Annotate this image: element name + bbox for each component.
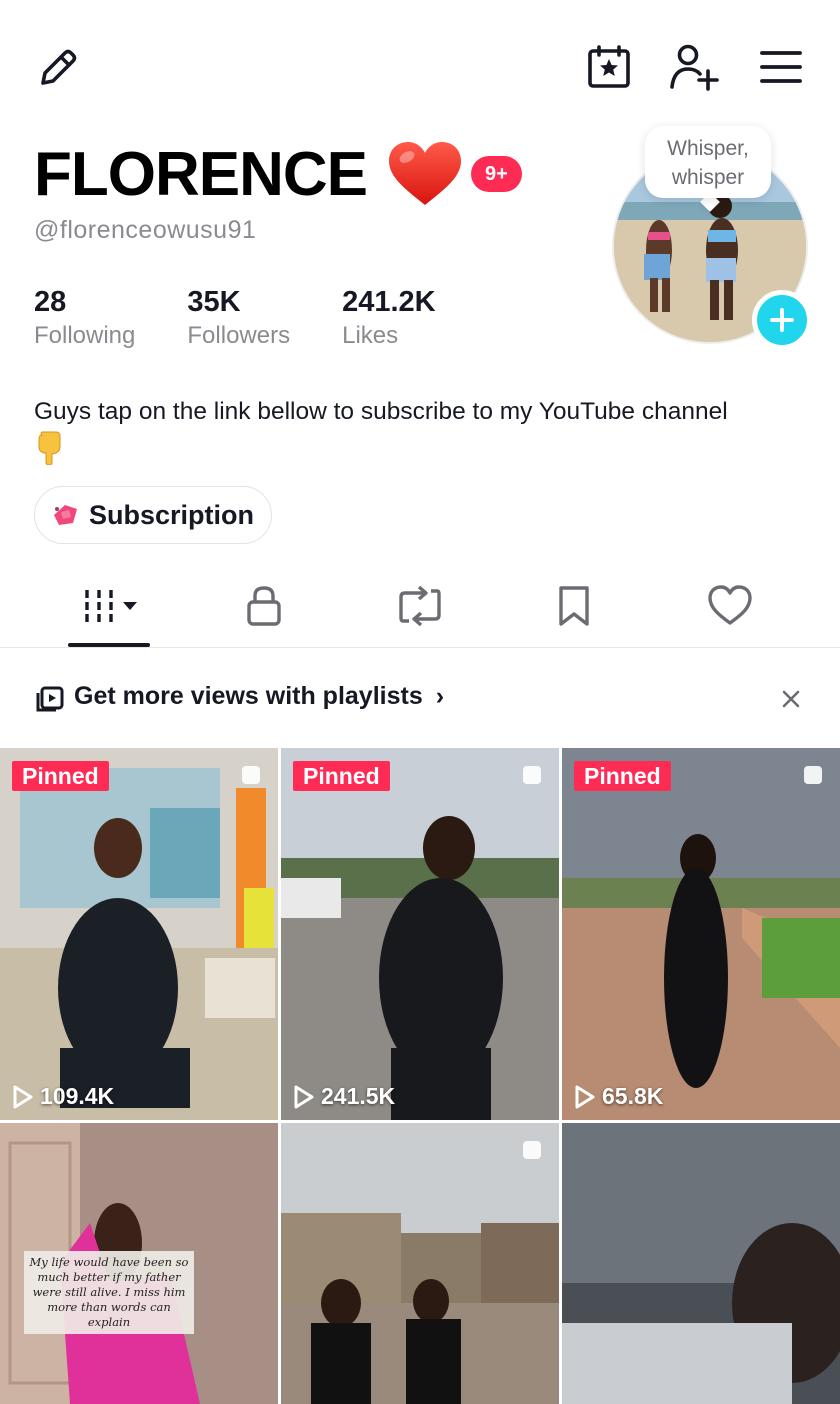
stat-value: 241.2K: [342, 286, 436, 318]
edit-profile-button[interactable]: [30, 40, 86, 96]
multi-photo-icon: [523, 766, 541, 784]
top-bar: [0, 0, 840, 130]
play-icon: [294, 1085, 314, 1108]
subscription-button[interactable]: Subscription: [34, 486, 272, 544]
bio-text: Guys tap on the link bellow to subscribe…: [34, 398, 728, 425]
video-thumbnail[interactable]: My life would have been so much better i…: [0, 1123, 278, 1404]
video-thumbnail-image: [281, 1123, 559, 1404]
add-user-icon: [670, 44, 719, 91]
plus-icon: [770, 308, 794, 332]
pinned-badge: Pinned: [12, 761, 109, 791]
video-caption-overlay: My life would have been so much better i…: [24, 1251, 194, 1334]
close-banner-button[interactable]: [774, 682, 808, 716]
play-icon: [575, 1085, 595, 1108]
subscription-label: Subscription: [89, 499, 255, 530]
bookmark-icon: [559, 586, 589, 626]
view-count-value: 65.8K: [602, 1083, 664, 1109]
stat-label: Following: [34, 322, 136, 349]
pinned-badge: Pinned: [293, 761, 390, 791]
stat-value: 35K: [187, 286, 241, 318]
display-name: FLORENCE: [34, 139, 368, 209]
view-count-value: 241.5K: [321, 1083, 396, 1109]
video-thumbnail-image: [562, 1123, 840, 1404]
heart-icon: [708, 585, 752, 625]
multi-photo-icon: [242, 766, 260, 784]
view-count: 109.4K: [12, 1083, 114, 1110]
stat-value: 28: [34, 286, 67, 318]
repost-icon: [399, 585, 441, 627]
stat-label: Likes: [342, 322, 399, 349]
tab-reposts[interactable]: [380, 566, 460, 646]
lock-icon: [247, 586, 281, 626]
multi-photo-icon: [804, 766, 822, 784]
calendar-star-icon: [588, 45, 630, 88]
username-handle: @florenceowusu91: [34, 216, 257, 244]
video-grid: Pinned 109.4K Pinned 241.5K Pinned 65.8K…: [0, 748, 840, 1404]
stat-following[interactable]: 28 Following: [34, 284, 135, 352]
pointing-down-icon: [38, 431, 61, 465]
subscription-icon: [54, 505, 77, 525]
hamburger-menu-icon: [760, 51, 802, 83]
stat-followers[interactable]: 35K Followers: [187, 284, 290, 352]
notification-badge[interactable]: 9+: [471, 156, 522, 192]
video-thumbnail[interactable]: Pinned 241.5K: [281, 748, 559, 1120]
video-thumbnail-image: [281, 748, 559, 1120]
playlist-banner-label: Get more views with playlists: [74, 682, 423, 710]
add-story-button[interactable]: [752, 290, 812, 350]
playlist-icon: [36, 686, 64, 712]
stat-likes[interactable]: 241.2K Likes: [342, 284, 436, 352]
menu-button[interactable]: [752, 38, 810, 96]
video-thumbnail[interactable]: Pinned 65.8K: [562, 748, 840, 1120]
video-thumbnail[interactable]: [281, 1123, 559, 1404]
view-count-value: 109.4K: [40, 1083, 115, 1109]
chevron-right-icon: ›: [435, 682, 445, 710]
stat-label: Followers: [187, 322, 291, 349]
tab-videos[interactable]: [72, 566, 152, 646]
view-count: 241.5K: [293, 1083, 395, 1110]
tab-private[interactable]: [224, 566, 304, 646]
playlist-banner-text[interactable]: Get more views with playlists ›: [74, 682, 444, 711]
bio: Guys tap on the link bellow to subscribe…: [34, 395, 824, 465]
tab-favorites[interactable]: [534, 566, 614, 646]
red-heart-icon: [389, 142, 461, 205]
profile-tabs: [0, 566, 840, 648]
pinned-badge: Pinned: [574, 761, 671, 791]
close-icon: [782, 690, 800, 708]
status-bubble[interactable]: Whisper, whisper: [645, 126, 771, 198]
calendar-button[interactable]: [580, 38, 638, 96]
video-thumbnail-image: [0, 748, 278, 1120]
video-thumbnail[interactable]: [562, 1123, 840, 1404]
grid-icon: [85, 590, 137, 622]
active-tab-indicator: [68, 643, 150, 647]
pencil-icon: [41, 49, 77, 85]
add-friend-button[interactable]: [664, 38, 724, 96]
tab-liked[interactable]: [690, 566, 770, 646]
video-thumbnail-image: [562, 748, 840, 1120]
view-count: 65.8K: [574, 1083, 663, 1110]
multi-photo-icon: [523, 1141, 541, 1159]
stats-row: 28 Following 35K Followers 241.2K Likes: [34, 284, 488, 352]
video-thumbnail[interactable]: Pinned 109.4K: [0, 748, 278, 1120]
name-row: FLORENCE 9+: [34, 136, 522, 212]
play-icon: [13, 1085, 33, 1108]
